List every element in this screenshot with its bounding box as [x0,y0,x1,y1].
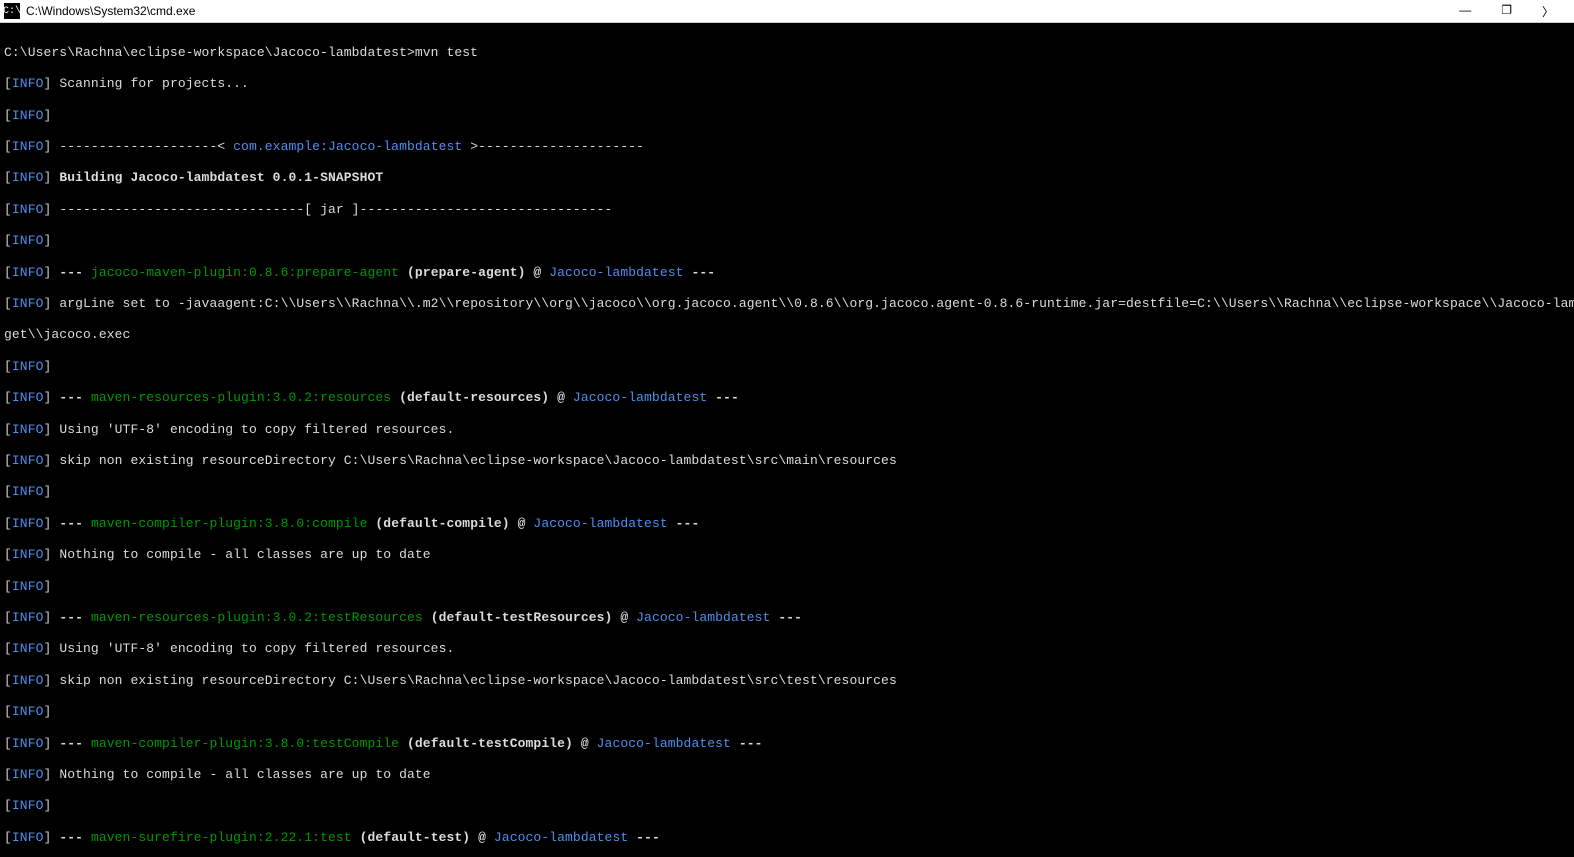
log-line: [INFO] [4,359,1570,375]
log-line: [INFO] [4,484,1570,500]
log-line: [INFO] skip non existing resourceDirecto… [4,673,1570,689]
log-line: [INFO] skip non existing resourceDirecto… [4,453,1570,469]
log-line: [INFO] Using 'UTF-8' encoding to copy fi… [4,641,1570,657]
log-line: [INFO] Nothing to compile - all classes … [4,547,1570,563]
log-line: [INFO] Nothing to compile - all classes … [4,767,1570,783]
maximize-button[interactable]: ❐ [1495,3,1518,20]
log-line: [INFO] --- maven-resources-plugin:3.0.2:… [4,390,1570,406]
log-line: [INFO] -------------------------------[ … [4,202,1570,218]
log-line: [INFO] Building Jacoco-lambdatest 0.0.1-… [4,170,1570,186]
log-line: [INFO] [4,579,1570,595]
log-line: [INFO] --------------------< com.example… [4,139,1570,155]
log-line: [INFO] --- maven-compiler-plugin:3.8.0:t… [4,736,1570,752]
log-line: [INFO] --- maven-surefire-plugin:2.22.1:… [4,830,1570,846]
log-line: get\\jacoco.exec [4,327,1570,343]
log-line: [INFO] --- maven-resources-plugin:3.0.2:… [4,610,1570,626]
prompt-line: C:\Users\Rachna\eclipse-workspace\Jacoco… [4,45,1570,61]
terminal-output[interactable]: C:\Users\Rachna\eclipse-workspace\Jacoco… [0,23,1574,857]
log-line: [INFO] --- maven-compiler-plugin:3.8.0:c… [4,516,1570,532]
log-line: [INFO] [4,233,1570,249]
log-line: [INFO] Using 'UTF-8' encoding to copy fi… [4,422,1570,438]
window-controls: — ❐ 〉 [1453,3,1574,20]
log-line: [INFO] Scanning for projects... [4,76,1570,92]
cmd-icon: C:\ [4,3,20,19]
log-line: [INFO] [4,704,1570,720]
close-button[interactable]: 〉 [1536,3,1560,20]
log-line: [INFO] [4,108,1570,124]
minimize-button[interactable]: — [1453,3,1477,20]
title-bar: C:\ C:\Windows\System32\cmd.exe — ❐ 〉 [0,0,1574,23]
window-title: C:\Windows\System32\cmd.exe [24,4,1453,18]
log-line: [INFO] [4,798,1570,814]
log-line: [INFO] --- jacoco-maven-plugin:0.8.6:pre… [4,265,1570,281]
log-line: [INFO] argLine set to -javaagent:C:\\Use… [4,296,1570,312]
